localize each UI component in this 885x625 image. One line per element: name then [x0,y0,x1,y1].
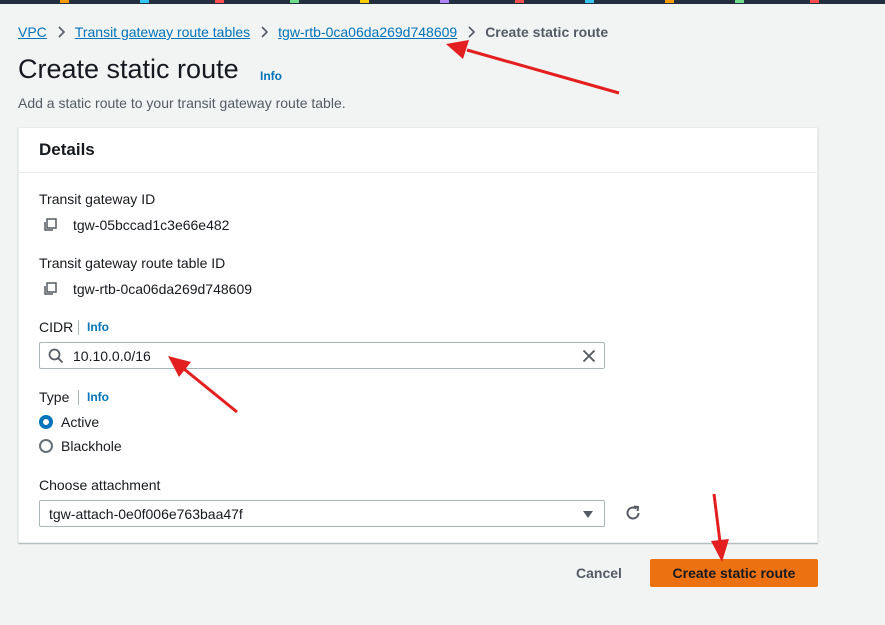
breadcrumb-route-table-id[interactable]: tgw-rtb-0ca06da269d748609 [278,24,457,40]
cidr-input[interactable] [73,346,573,366]
transit-gateway-id-row: tgw-05bccad1c3e66e482 [43,217,229,233]
type-label: Type [39,389,70,405]
panel-header: Details [19,128,817,173]
attachment-select[interactable]: tgw-attach-0e0f006e763baa47f [39,500,605,527]
panel-title: Details [39,140,95,159]
search-icon [48,348,64,369]
breadcrumb-route-tables[interactable]: Transit gateway route tables [75,24,250,40]
transit-gateway-id-label: Transit gateway ID [39,191,156,207]
page-title: Create static route [18,54,239,84]
page-description: Add a static route to your transit gatew… [18,95,346,111]
breadcrumb: VPC Transit gateway route tables tgw-rtb… [18,22,608,42]
route-table-id-label: Transit gateway route table ID [39,255,226,271]
type-radio-active[interactable]: Active [39,414,99,430]
details-panel: Details Transit gateway ID tgw-05bccad1c… [18,127,818,543]
route-table-id-value: tgw-rtb-0ca06da269d748609 [73,281,253,297]
attachment-label: Choose attachment [39,477,161,493]
copy-icon[interactable] [43,282,57,296]
route-table-id-row: tgw-rtb-0ca06da269d748609 [43,281,252,297]
type-option-label: Blackhole [61,438,122,454]
cidr-label: CIDR [39,319,74,335]
create-static-route-button[interactable]: Create static route [650,559,818,587]
type-radio-blackhole[interactable]: Blackhole [39,438,122,454]
attachment-select-value: tgw-attach-0e0f006e763baa47f [49,506,243,522]
title-info-link[interactable]: Info [260,69,282,83]
type-info-link[interactable]: Info [78,390,109,405]
type-option-label: Active [61,414,100,430]
annotation-arrow [446,40,620,95]
transit-gateway-id-value: tgw-05bccad1c3e66e482 [73,217,230,233]
refresh-icon[interactable] [623,503,643,528]
chevron-right-icon [47,26,75,38]
chevron-right-icon [457,26,485,38]
breadcrumb-vpc[interactable]: VPC [18,24,47,40]
radio-unselected-icon[interactable] [39,439,53,453]
radio-selected-icon[interactable] [39,415,53,429]
browser-top-strip [0,0,885,4]
copy-icon[interactable] [43,218,57,232]
breadcrumb-current: Create static route [485,24,609,40]
close-icon[interactable] [582,349,596,368]
cancel-button[interactable]: Cancel [562,559,636,587]
cidr-info-link[interactable]: Info [78,320,109,335]
cidr-search-field [39,342,605,369]
caret-down-icon [583,511,593,518]
chevron-right-icon [250,26,278,38]
